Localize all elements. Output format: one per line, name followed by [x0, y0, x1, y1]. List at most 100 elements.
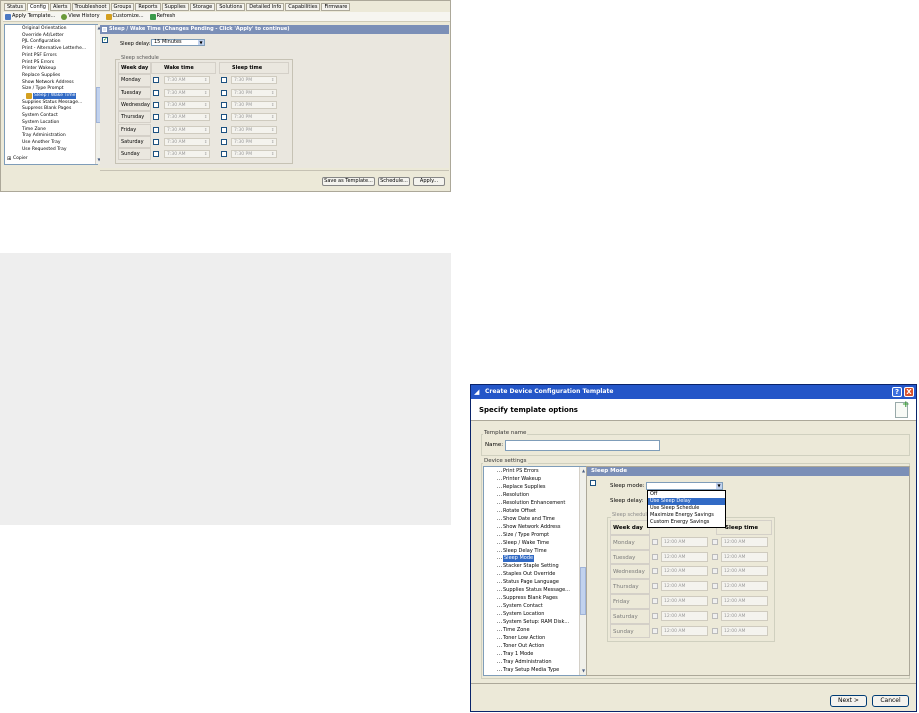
- spin-icon[interactable]: ⇕: [271, 89, 274, 97]
- sleep-time-input[interactable]: 12:00 AM: [721, 536, 768, 547]
- tree-item[interactable]: Toner Out Action: [503, 643, 544, 650]
- tree-item[interactable]: Size / Type Prompt: [503, 532, 549, 539]
- tree-item[interactable]: Tray Administration: [22, 133, 66, 139]
- sleep-enable-checkbox[interactable]: [712, 598, 718, 604]
- sleep-time-input[interactable]: 12:00 AM: [721, 581, 768, 592]
- sleep-enable-checkbox[interactable]: [221, 126, 227, 133]
- tree-item[interactable]: Supplies Status Message...: [22, 100, 82, 106]
- sleep-enable-checkbox[interactable]: [221, 114, 227, 121]
- enable-checkbox[interactable]: ✓: [102, 36, 108, 43]
- tree-item[interactable]: Sleep / Wake Time: [503, 540, 549, 547]
- view-history-button[interactable]: View History: [61, 13, 100, 20]
- sleep-enable-checkbox[interactable]: [712, 583, 718, 590]
- tree-item[interactable]: Use Requested Tray: [22, 147, 67, 153]
- wake-time-input[interactable]: 12:00 AM: [661, 551, 708, 562]
- wake-enable-checkbox[interactable]: [153, 138, 159, 145]
- apply-template-button[interactable]: Apply Template...: [5, 13, 55, 20]
- spin-icon[interactable]: ⇕: [271, 76, 274, 84]
- tab-solutions[interactable]: Solutions: [216, 3, 246, 11]
- spin-icon[interactable]: ⇕: [204, 89, 207, 97]
- tree-item[interactable]: Print - Alternative Letterhe...: [22, 46, 86, 52]
- dropdown-option[interactable]: Use Sleep Delay: [648, 498, 725, 505]
- tree-item[interactable]: Show Network Address: [22, 80, 74, 86]
- tree-item[interactable]: Resolution Enhancement: [503, 500, 565, 507]
- sleep-enable-checkbox[interactable]: [712, 538, 718, 545]
- tree-item[interactable]: Print PS Errors: [22, 60, 54, 66]
- tree-item[interactable]: Suppress Blank Pages: [22, 106, 71, 112]
- tab-config[interactable]: Config: [26, 3, 49, 11]
- dropdown-option[interactable]: Use Sleep Schedule: [648, 505, 725, 512]
- spin-icon[interactable]: ⇕: [271, 113, 274, 121]
- close-button[interactable]: X: [904, 387, 914, 397]
- wake-time-input[interactable]: 12:00 AM: [661, 610, 708, 621]
- name-input[interactable]: [505, 440, 660, 451]
- wake-enable-checkbox[interactable]: [153, 77, 159, 84]
- tree-item[interactable]: Print PS Errors: [503, 468, 539, 475]
- tree-item[interactable]: Printer Wakeup: [22, 66, 56, 72]
- wake-enable-checkbox[interactable]: [652, 583, 658, 590]
- apply-button[interactable]: Apply...: [413, 177, 445, 186]
- tree-item[interactable]: Original Orientation: [22, 26, 66, 32]
- wake-time-input[interactable]: 12:00 AM: [661, 581, 708, 592]
- tree-item[interactable]: Staples Out Override: [503, 571, 555, 578]
- tree-item[interactable]: Tray Setup Media Type: [503, 667, 559, 674]
- wake-enable-checkbox[interactable]: [153, 151, 159, 158]
- tree-item[interactable]: Tray Administration: [503, 659, 552, 666]
- wake-time-input[interactable]: 12:00 AM: [661, 566, 708, 577]
- tree-item[interactable]: Printer Wakeup: [503, 476, 541, 483]
- wake-time-input[interactable]: 12:00 AM: [661, 596, 708, 606]
- tree-item[interactable]: Toner Low Action: [503, 635, 545, 642]
- tree-item[interactable]: Status Page Language: [503, 579, 559, 586]
- tree-item-copier[interactable]: Copier: [13, 156, 28, 162]
- tree-item[interactable]: Time Zone: [22, 127, 46, 133]
- tree-item[interactable]: System Setup: RAM Disk...: [503, 619, 569, 626]
- tab-detailed-info[interactable]: Detailed Info: [246, 3, 285, 11]
- spin-icon[interactable]: ⇕: [204, 76, 207, 84]
- wake-enable-checkbox[interactable]: [652, 568, 658, 575]
- sleep-time-input[interactable]: 12:00 AM: [721, 596, 768, 606]
- sleep-time-input[interactable]: 12:00 AM: [721, 625, 768, 636]
- help-button[interactable]: ?: [892, 387, 902, 397]
- dropdown-option[interactable]: Off: [648, 491, 725, 498]
- tab-groups[interactable]: Groups: [110, 3, 135, 11]
- sleep-time-input[interactable]: 12:00 AM: [721, 551, 768, 562]
- tab-storage[interactable]: Storage: [189, 3, 216, 11]
- sleep-enable-checkbox[interactable]: [221, 77, 227, 84]
- tree-item[interactable]: PJL Configuration: [22, 39, 61, 45]
- wake-enable-checkbox[interactable]: [652, 612, 658, 619]
- spin-icon[interactable]: ⇕: [271, 101, 274, 109]
- sleep-time-input[interactable]: 12:00 AM: [721, 566, 768, 577]
- wake-enable-checkbox[interactable]: [153, 126, 159, 133]
- dropdown-option[interactable]: Custom Energy Savings: [648, 519, 725, 526]
- wake-enable-checkbox[interactable]: [652, 553, 658, 560]
- spin-icon[interactable]: ⇕: [204, 150, 207, 158]
- tree-item[interactable]: Replace Supplies: [22, 73, 60, 79]
- tab-reports[interactable]: Reports: [135, 3, 161, 11]
- tree-item[interactable]: System Location: [503, 611, 544, 618]
- cancel-button[interactable]: Cancel: [872, 695, 909, 707]
- wake-time-input[interactable]: 12:00 AM: [661, 536, 708, 547]
- refresh-button[interactable]: Refresh: [149, 13, 175, 20]
- wake-time-input[interactable]: 12:00 AM: [661, 625, 708, 636]
- tree-item[interactable]: Print PSF Errors: [22, 53, 57, 59]
- tree-item[interactable]: Sleep Delay Time: [503, 548, 547, 555]
- tree-item[interactable]: Rotate Offset: [503, 508, 536, 515]
- settings-tree[interactable]: ▲ ▼ Original Orientation Override A4/Lett…: [4, 24, 101, 165]
- tab-status[interactable]: Status: [4, 3, 26, 11]
- wake-enable-checkbox[interactable]: [153, 114, 159, 121]
- wake-enable-checkbox[interactable]: [652, 538, 658, 545]
- next-button[interactable]: Next >: [830, 695, 867, 707]
- sleep-enable-checkbox[interactable]: [221, 151, 227, 158]
- tab-troubleshoot[interactable]: Troubleshoot: [71, 3, 110, 11]
- sleep-delay-select[interactable]: 15 Minutes ▼: [151, 39, 205, 46]
- tab-supplies[interactable]: Supplies: [161, 3, 189, 11]
- spin-icon[interactable]: ⇕: [204, 101, 207, 109]
- spin-icon[interactable]: ⇕: [204, 113, 207, 121]
- tree-item[interactable]: Override A4/Letter: [22, 33, 64, 39]
- dropdown-option[interactable]: Maximize Energy Savings: [648, 512, 725, 519]
- sleep-enable-checkbox[interactable]: [221, 138, 227, 145]
- tab-alerts[interactable]: Alerts: [49, 3, 71, 11]
- spin-icon[interactable]: ⇕: [204, 126, 207, 134]
- tree-item[interactable]: System Location: [22, 120, 59, 126]
- tree-item[interactable]: System Contact: [503, 603, 543, 610]
